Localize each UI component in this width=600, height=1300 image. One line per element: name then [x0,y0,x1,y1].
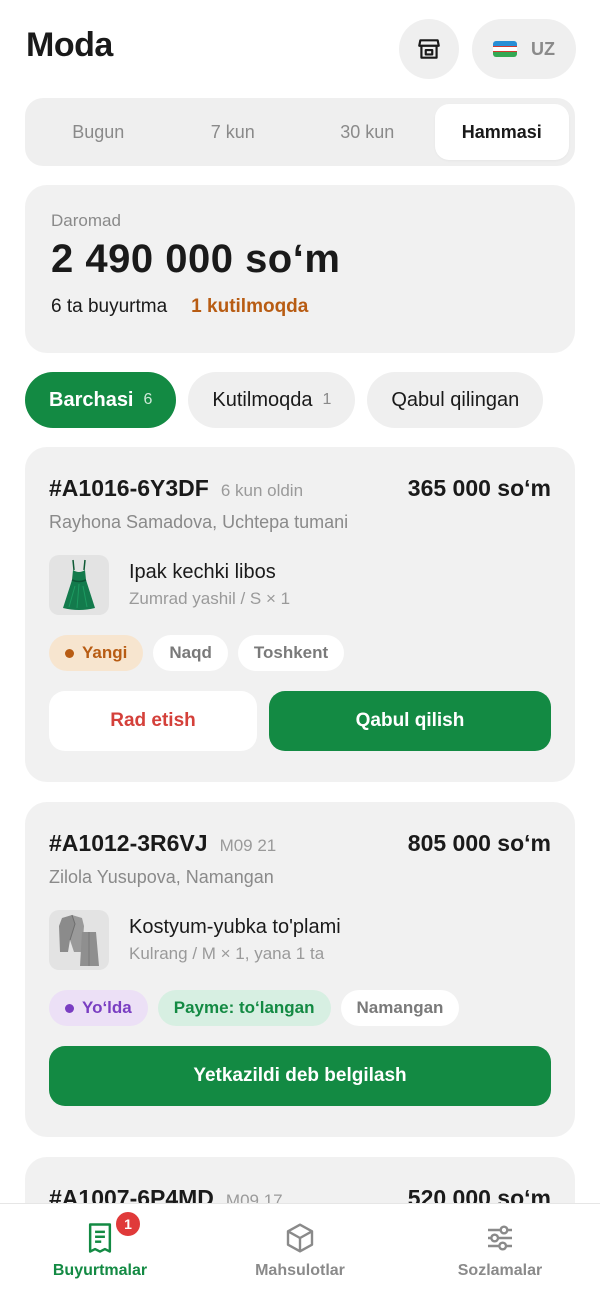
payment-badge: Naqd [153,635,228,671]
app-header: Moda UZ [0,0,600,96]
nav-products[interactable]: Mahsulotlar [200,1204,400,1300]
filter-pending-label: Kutilmoqda [212,388,313,411]
app-title: Moda [26,26,113,64]
order-header: #A1012-3R6VJ M09 21 805 000 so‘m [49,830,551,857]
item-name: Kostyum-yubka to'plami [129,916,341,938]
order-time: 6 kun oldin [220,481,304,500]
tab-all[interactable]: Hammasi [434,104,569,160]
language-selector[interactable]: UZ [472,19,576,79]
product-thumbnail [49,910,109,970]
revenue-label: Daromad [51,211,121,230]
store-button[interactable] [399,19,459,79]
city-badge: Toshkent [237,635,345,671]
box-icon [286,1223,314,1253]
order-time: M09 21 [219,836,277,855]
order-actions: Yetkazildi deb belgilash [49,1046,551,1106]
order-actions: Rad etish Qabul qilish [49,691,551,751]
order-card[interactable]: #A1012-3R6VJ M09 21 805 000 so‘m Zilola … [25,802,575,1137]
order-customer: Rayhona Samadova, Uchtepa tumani [49,512,349,532]
order-header: #A1016-6Y3DF 6 kun oldin 365 000 so‘m [49,475,551,502]
nav-label: Mahsulotlar [255,1262,345,1279]
product-thumbnail [49,555,109,615]
payment-badge: Payme: to‘langan [157,990,331,1026]
order-price: 365 000 so‘m [407,475,551,501]
mark-delivered-button[interactable]: Yetkazildi deb belgilash [49,1046,551,1106]
nav-label: Buyurtmalar [52,1262,148,1279]
status-label: Yangi [82,643,128,662]
language-code: UZ [531,38,555,59]
revenue-card: Daromad 2 490 000 so‘m 6 ta buyurtma 1 k… [25,185,575,353]
orders-receipt-icon [88,1223,112,1253]
suit-icon [59,914,99,966]
order-card[interactable]: #A1016-6Y3DF 6 kun oldin 365 000 so‘m Ra… [25,447,575,782]
orders-badge: 1 [114,1210,142,1238]
pending-count: 1 kutilmoqda [191,296,309,317]
item-variant: Zumrad yashil / S × 1 [129,589,291,608]
nav-orders[interactable]: 1 Buyurtmalar [0,1204,200,1300]
order-item: Ipak kechki libos Zumrad yashil / S × 1 [49,555,551,615]
period-tabs: Bugun 7 kun 30 kun Hammasi [25,98,575,166]
filter-all-count: 6 [143,391,153,408]
status-dot [65,1003,74,1013]
reject-button[interactable]: Rad etish [49,691,257,751]
order-id: #A1012-3R6VJ [49,830,208,856]
accept-button[interactable]: Qabul qilish [269,691,551,751]
city-badge: Namangan [340,990,460,1026]
status-dot [65,648,74,658]
filter-pending-count: 1 [322,391,332,408]
store-icon [418,39,440,59]
status-label: Yo‘lda [82,998,132,1017]
dress-icon [63,559,95,610]
status-badge-new: Yangi [49,635,144,671]
revenue-value: 2 490 000 so‘m [51,237,341,281]
orders-count: 6 ta buyurtma [51,296,168,317]
tab-today[interactable]: Bugun [31,104,166,160]
order-tags: Yo‘lda Payme: to‘langan Namangan [49,990,551,1026]
revenue-meta: 6 ta buyurtma 1 kutilmoqda [51,296,549,318]
sliders-icon [488,1225,512,1251]
filter-pending[interactable]: Kutilmoqda 1 [188,372,356,428]
filter-accepted-label: Qabul qilingan [391,388,520,411]
uz-flag-icon [493,41,517,57]
nav-settings[interactable]: Sozlamalar [400,1204,600,1300]
order-item: Kostyum-yubka to'plami Kulrang / M × 1, … [49,910,551,970]
item-variant: Kulrang / M × 1, yana 1 ta [129,944,325,963]
order-id: #A1016-6Y3DF [49,475,209,501]
tab-30-days[interactable]: 30 kun [300,104,435,160]
item-name: Ipak kechki libos [129,561,276,583]
order-tags: Yangi Naqd Toshkent [49,635,551,671]
status-badge-in-transit: Yo‘lda [49,990,148,1026]
order-price: 805 000 so‘m [407,830,551,856]
nav-label: Sozlamalar [457,1262,543,1279]
filter-all-label: Barchasi [49,388,134,411]
order-customer: Zilola Yusupova, Namangan [49,867,274,887]
filter-accepted[interactable]: Qabul qilingan [367,372,544,428]
tab-7-days[interactable]: 7 kun [166,104,301,160]
filter-all[interactable]: Barchasi 6 [25,372,177,428]
status-filter-row: Barchasi 6 Kutilmoqda 1 Qabul qilingan [25,372,544,428]
bottom-navigation: 1 Buyurtmalar Mahsulotlar Sozlamalar [0,1203,600,1300]
